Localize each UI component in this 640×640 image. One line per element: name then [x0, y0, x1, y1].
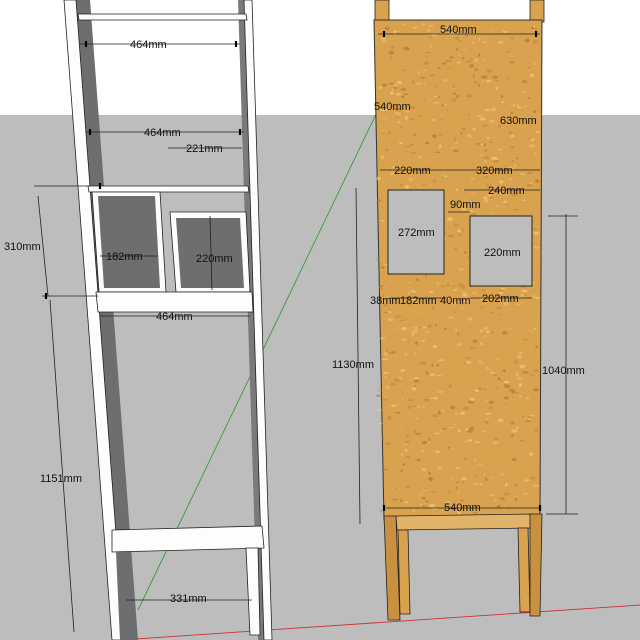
dim-right-gap-between: 90mm	[450, 199, 481, 211]
dim-right-gap-bottom: 40mm	[440, 295, 471, 307]
dim-right-side-offset: 540mm	[374, 101, 411, 113]
dim-right-opening-b-height: 220mm	[484, 247, 521, 259]
dim-left-total-height: 1151mm	[40, 473, 82, 485]
3d-scene[interactable]: 464mm 464mm 221mm 310mm 182mm 220mm 464m…	[0, 0, 640, 640]
bench-left-leg	[397, 529, 411, 615]
right-panel-model[interactable]	[373, 0, 545, 621]
dim-right-right-height: 1040mm	[542, 365, 585, 377]
shelf-bottom	[111, 525, 265, 553]
dim-right-opening-a-width: 182mm	[400, 295, 437, 307]
bench-right-leg	[517, 527, 531, 613]
bench-top	[395, 513, 534, 531]
dim-left-upper-height: 310mm	[4, 241, 41, 253]
lower-right-post	[529, 513, 543, 617]
top-rail	[77, 13, 248, 21]
dim-left-lower-width: 464mm	[156, 311, 193, 323]
dim-right-opening-a-height: 272mm	[398, 227, 435, 239]
box-a-shadow	[98, 196, 160, 288]
dim-right-margin-left: 38mm	[370, 295, 401, 307]
upper-right-post	[529, 0, 545, 23]
dim-left-base-width: 331mm	[170, 593, 207, 605]
sketchup-viewport[interactable]: 464mm 464mm 221mm 310mm 182mm 220mm 464m…	[0, 0, 640, 640]
dim-right-opening-right-width: 240mm	[488, 185, 525, 197]
dim-right-top-width: 540mm	[440, 24, 477, 36]
dim-left-small-shelf: 221mm	[186, 143, 223, 155]
dim-left-upper-width: 464mm	[144, 127, 181, 139]
dim-right-left-height: 1130mm	[332, 359, 374, 371]
dim-left-box-b-height: 220mm	[196, 253, 233, 265]
shelf-middle	[95, 291, 254, 313]
shelf-upper	[87, 185, 250, 193]
dim-right-opening-span: 320mm	[476, 165, 513, 177]
dim-right-opening-b-width: 202mm	[482, 293, 519, 305]
dim-right-bottom-width: 540mm	[444, 502, 481, 514]
upper-left-post	[374, 0, 390, 23]
dim-right-panel-height: 630mm	[500, 115, 537, 127]
dim-left-box-a-width: 182mm	[106, 251, 143, 263]
dim-left-top-width: 464mm	[130, 39, 167, 51]
dim-right-opening-left-offset: 220mm	[394, 165, 431, 177]
